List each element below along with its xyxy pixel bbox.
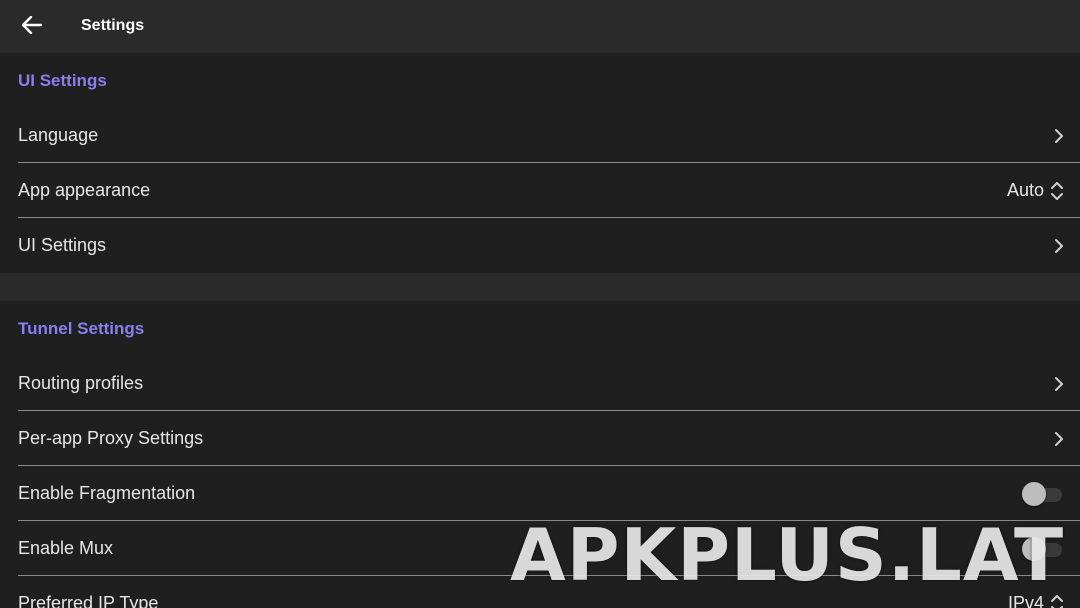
row-label: Per-app Proxy Settings <box>18 428 204 448</box>
mux-toggle[interactable] <box>1022 536 1064 561</box>
arrow-left-icon <box>21 15 43 39</box>
fragmentation-toggle[interactable] <box>1022 481 1064 506</box>
settings-row-per-app-proxy[interactable]: Per-app Proxy Settings <box>18 411 1080 466</box>
app-appearance-value: Auto <box>1006 180 1044 200</box>
preferred-ip-value: IPv4 <box>1007 593 1044 608</box>
settings-screen: Settings UI Settings Language App appear… <box>0 0 1080 608</box>
section-divider <box>0 273 1080 301</box>
row-label: Routing profiles <box>18 373 144 393</box>
row-label: Preferred IP Type <box>18 593 159 608</box>
row-label: Enable Fragmentation <box>18 483 196 503</box>
up-down-chevron-icon <box>1050 180 1064 202</box>
row-label: App appearance <box>18 180 151 200</box>
settings-row-enable-mux: Enable Mux <box>18 521 1080 576</box>
settings-row-preferred-ip-type[interactable]: Preferred IP Type IPv4 <box>18 576 1080 608</box>
ui-settings-section: UI Settings Language App appearance Auto… <box>0 53 1080 273</box>
up-down-chevron-icon <box>1050 593 1064 608</box>
chevron-right-icon <box>1054 431 1064 447</box>
settings-row-app-appearance[interactable]: App appearance Auto <box>18 163 1080 218</box>
settings-row-language[interactable]: Language <box>18 108 1080 163</box>
row-label: Language <box>18 125 99 145</box>
settings-row-ui-settings[interactable]: UI Settings <box>18 218 1080 273</box>
toggle-thumb <box>1022 481 1046 506</box>
chevron-right-icon <box>1054 238 1064 254</box>
section-header-tunnel-settings: Tunnel Settings <box>18 318 145 338</box>
page-title: Settings <box>81 17 145 34</box>
settings-row-routing-profiles[interactable]: Routing profiles <box>18 356 1080 411</box>
chevron-right-icon <box>1054 376 1064 392</box>
toggle-thumb <box>1022 536 1046 561</box>
row-label: UI Settings <box>18 235 107 255</box>
top-app-bar: Settings <box>0 0 1080 53</box>
section-header-ui-settings: UI Settings <box>18 70 107 90</box>
settings-row-enable-fragmentation: Enable Fragmentation <box>18 466 1080 521</box>
row-label: Enable Mux <box>18 538 114 558</box>
tunnel-settings-section: Tunnel Settings Routing profiles Per-app… <box>0 301 1080 608</box>
back-button[interactable] <box>18 14 46 40</box>
chevron-right-icon <box>1054 128 1064 144</box>
